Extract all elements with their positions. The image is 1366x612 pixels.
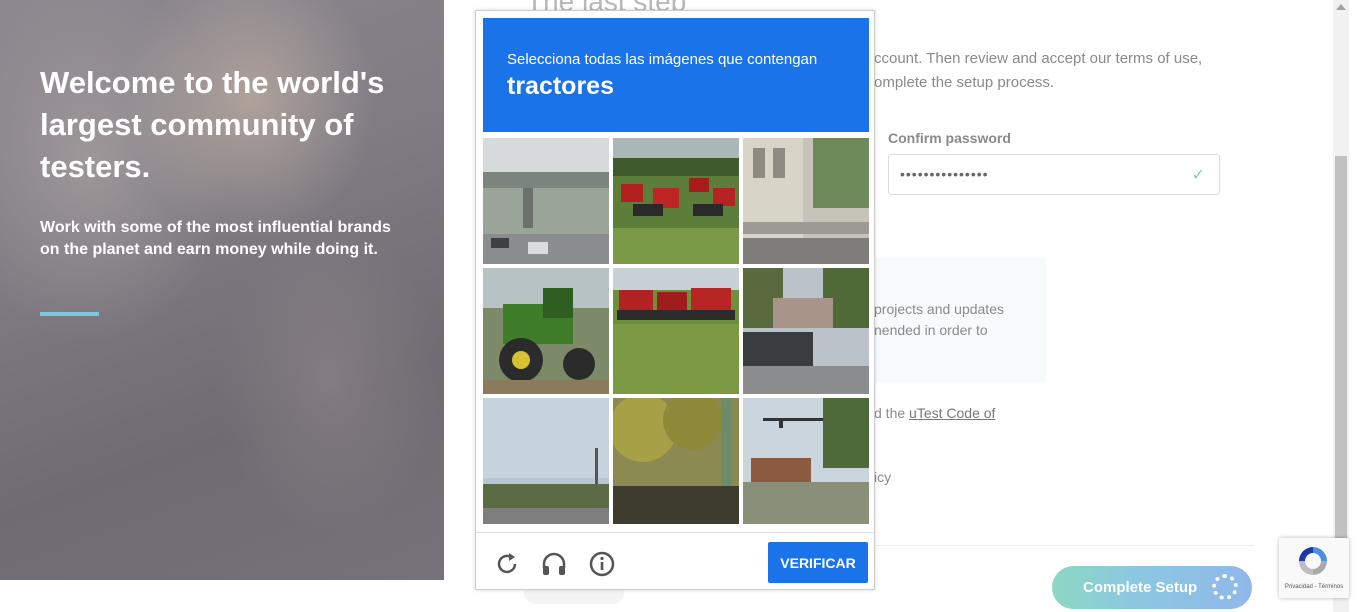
captcha-tile-trees-pole[interactable] <box>613 398 739 524</box>
captcha-tile-red-tractors-field[interactable] <box>613 268 739 394</box>
captcha-tile-green-tractor[interactable] <box>483 268 609 394</box>
hero-panel: Welcome to the world's largest community… <box>0 0 444 580</box>
confirm-password-field[interactable]: ••••••••••••••• ✓ <box>888 154 1220 195</box>
captcha-target: tractores <box>507 72 614 100</box>
building-image <box>743 138 869 264</box>
code-of-conduct-text: d the uTest Code of <box>874 405 995 421</box>
check-icon: ✓ <box>1191 167 1205 184</box>
verify-button[interactable]: VERIFICAR <box>768 542 868 583</box>
hero-bottom-gap <box>0 580 444 612</box>
traffic-light-image <box>743 398 869 524</box>
confirm-password-label: Confirm password <box>888 130 1011 146</box>
captcha-header: Selecciona todas las imágenes que conten… <box>483 18 869 132</box>
code-of-conduct-link[interactable]: uTest Code of <box>909 405 995 421</box>
captcha-tile-traffic-light[interactable] <box>743 398 869 524</box>
complete-setup-button[interactable]: Complete Setup <box>1052 566 1252 609</box>
green-tractor-image <box>483 268 609 394</box>
captcha-tile-red-tractors-lot[interactable] <box>613 138 739 264</box>
red-tractors-lot-image <box>613 138 739 264</box>
hero-accent-line <box>40 312 99 316</box>
street-car-image <box>743 268 869 394</box>
info-text: projects and updates nended in order to <box>874 301 1004 338</box>
intro-text: ccount. Then review and accept our terms… <box>874 50 1203 91</box>
policy-text[interactable]: icy <box>874 469 891 485</box>
confirm-password-value: ••••••••••••••• <box>900 166 989 182</box>
red-tractors-field-image <box>613 268 739 394</box>
scroll-up-arrow-icon[interactable] <box>1336 4 1346 10</box>
overpass-image <box>483 138 609 264</box>
audio-icon[interactable] <box>539 549 569 579</box>
road-sky-image <box>483 398 609 524</box>
captcha-tile-street-car[interactable] <box>743 268 869 394</box>
hero-title: Welcome to the world's largest community… <box>40 65 385 184</box>
complete-setup-label: Complete Setup <box>1083 579 1198 596</box>
captcha-instruction: Selecciona todas las imágenes que conten… <box>507 51 818 68</box>
captcha-tile-road-sky[interactable] <box>483 398 609 524</box>
scrollbar-thumb[interactable] <box>1335 156 1347 544</box>
reload-icon[interactable] <box>492 549 522 579</box>
loading-spinner-icon <box>1212 574 1238 600</box>
code-prefix: d the <box>874 405 910 421</box>
captcha-tile-building[interactable] <box>743 138 869 264</box>
captcha-tile-overpass[interactable] <box>483 138 609 264</box>
info-icon[interactable] <box>587 549 617 579</box>
captcha-challenge: Selecciona todas las imágenes que conten… <box>475 10 875 590</box>
recaptcha-terms[interactable]: Privacidad - Términos <box>1279 584 1349 590</box>
recaptcha-logo-icon <box>1299 547 1327 575</box>
trees-pole-image <box>613 398 739 524</box>
hero-subtitle: Work with some of the most influential b… <box>40 219 391 258</box>
captcha-footer-divider <box>476 532 874 533</box>
recaptcha-badge[interactable]: Privacidad - Términos <box>1279 538 1349 598</box>
